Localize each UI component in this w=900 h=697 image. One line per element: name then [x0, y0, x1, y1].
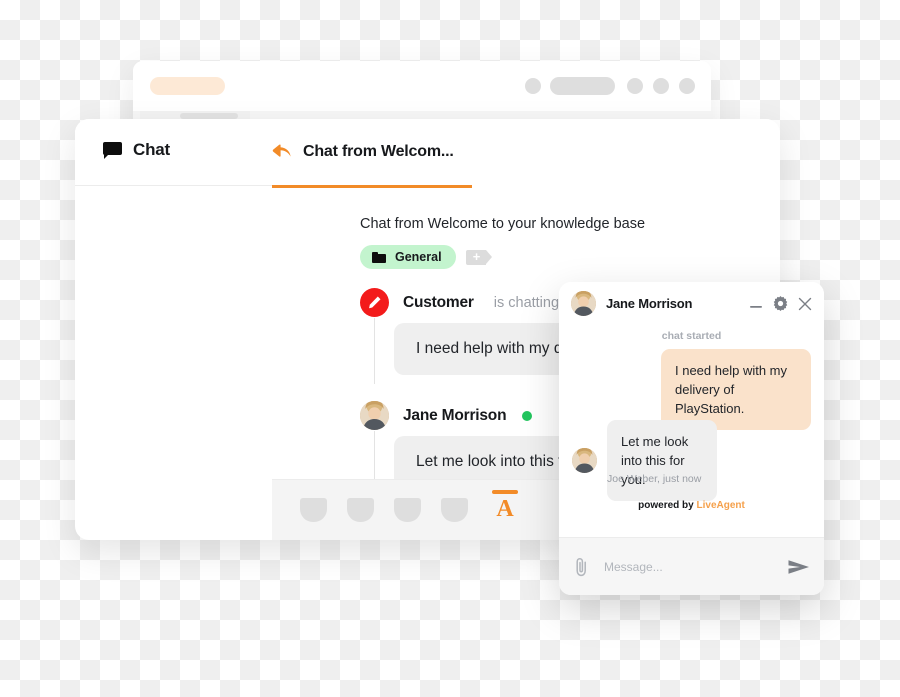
send-icon[interactable]	[788, 559, 810, 575]
branding-prefix: powered by	[638, 500, 694, 511]
tag-label: General	[395, 250, 442, 264]
toolbar-placeholder-dot	[679, 78, 695, 94]
panel-header: Chat Chat from Welcom...	[75, 119, 780, 188]
message-author-customer: Customer is chatting...	[360, 288, 571, 317]
sidebar-item-chat[interactable]: Chat	[103, 140, 170, 160]
message-input[interactable]	[602, 558, 776, 575]
speech-bubble-icon	[103, 142, 122, 159]
branding-name: LiveAgent	[696, 500, 745, 511]
toolbar-placeholder-pill	[550, 77, 615, 95]
widget-agent-name: Jane Morrison	[606, 296, 693, 311]
close-icon[interactable]	[798, 297, 812, 311]
widget-message-customer: I need help with my delivery of PlayStat…	[661, 349, 811, 430]
minimize-icon[interactable]	[749, 297, 763, 311]
message-author-agent: Jane Morrison	[360, 401, 533, 430]
gear-icon[interactable]	[773, 296, 788, 311]
header-divider	[75, 185, 272, 186]
tab-chat-from-welcome[interactable]: Chat from Welcom...	[272, 119, 472, 188]
avatar	[572, 448, 597, 473]
widget-message-agent: Let me look into this for you.	[607, 420, 717, 501]
widget-message-meta: Joe Weber, just now	[607, 473, 702, 485]
toolbar-placeholder-dot	[525, 78, 541, 94]
pencil-icon	[360, 288, 389, 317]
conversation-title: Chat from Welcome to your knowledge base	[360, 216, 646, 232]
status-badge-online	[522, 410, 533, 421]
tab-label: Chat from Welcom...	[303, 143, 454, 160]
toolbar-brand-placeholder	[150, 77, 225, 95]
message-stem	[374, 318, 375, 384]
powered-by-branding: powered by LiveAgent	[559, 500, 824, 511]
widget-composer	[559, 537, 824, 595]
sidebar-item-label: Chat	[133, 140, 170, 159]
widget-message-list: chat started I need help with my deliver…	[559, 325, 824, 537]
composer-tool-placeholder[interactable]	[300, 498, 327, 522]
composer-tool-placeholder[interactable]	[441, 498, 468, 522]
folder-icon	[372, 251, 386, 263]
system-note: chat started	[661, 330, 722, 342]
composer-tool-placeholder[interactable]	[394, 498, 421, 522]
avatar	[360, 401, 389, 430]
reply-arrow-icon	[272, 144, 291, 157]
widget-header: Jane Morrison	[559, 282, 824, 325]
author-name: Customer	[403, 293, 474, 311]
toolbar-placeholder-dot	[653, 78, 669, 94]
text-format-button[interactable]: A	[490, 494, 520, 524]
paperclip-icon[interactable]	[573, 557, 590, 577]
author-name: Jane Morrison	[403, 406, 507, 424]
add-tag-icon[interactable]: +	[465, 249, 492, 265]
widget-message-agent-row: Let me look into this for you.	[572, 420, 717, 501]
live-chat-widget: Jane Morrison chat started I need help w…	[559, 282, 824, 595]
toolbar-placeholder-dot	[627, 78, 643, 94]
composer-tool-placeholder[interactable]	[347, 498, 374, 522]
tag-row: General +	[360, 245, 492, 269]
avatar	[571, 291, 596, 316]
window-toolbar	[133, 61, 711, 111]
tag-general[interactable]: General	[360, 245, 456, 269]
